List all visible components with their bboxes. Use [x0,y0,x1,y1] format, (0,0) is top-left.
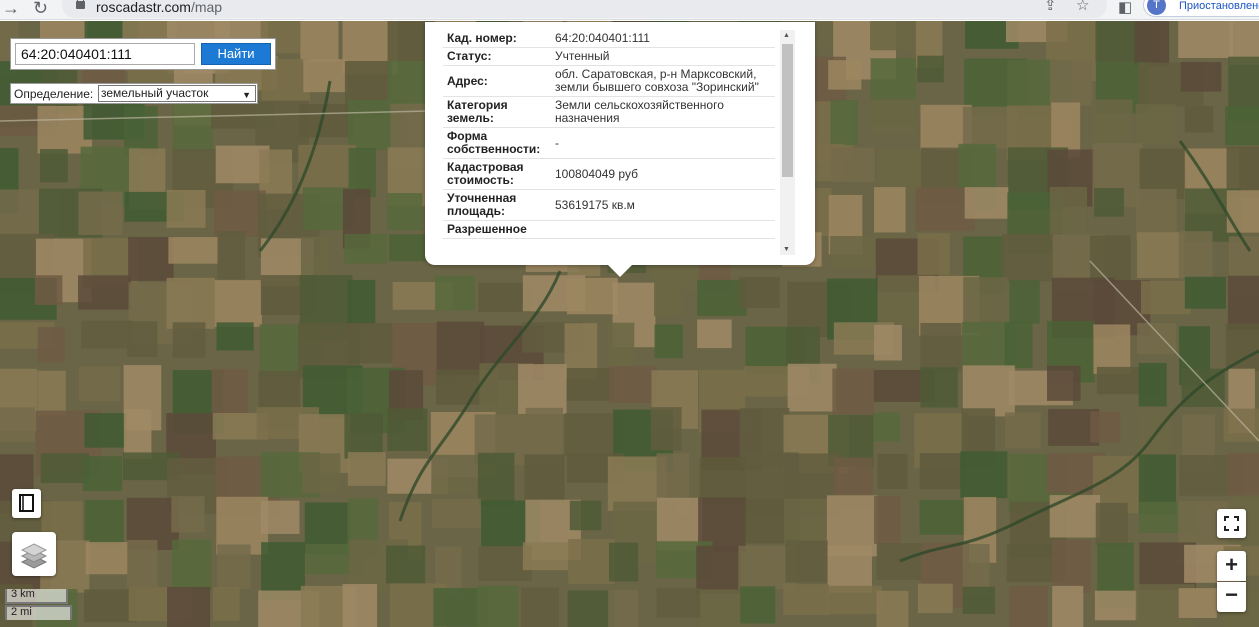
layers-button[interactable] [12,532,56,576]
popup-scrollbar[interactable]: ▲ ▼ [780,30,795,255]
info-value: - [555,127,775,159]
info-value: Учтенный [555,47,775,66]
info-value: 53619175 кв.м [555,189,775,221]
info-row: Разрешенное [443,220,775,239]
url-text: roscadastr.com/map [96,0,223,15]
info-key: Кадастровая стоимость: [443,158,555,190]
info-value: 100804049 руб [555,158,775,190]
zoom-in-button[interactable]: + [1217,551,1246,581]
parcel-info-popup: Кад. номер: 64:20:040401:111 Статус: Учтенн… [425,22,815,265]
address-bar[interactable]: roscadastr.com/map ⇪ ☆ [62,0,1107,18]
layers-icon [20,543,48,569]
info-row: Кадастровая стоимость: 100804049 руб [443,158,775,190]
find-button[interactable]: Найти [201,43,271,65]
profile-button[interactable]: Т Приостановлено [1143,0,1259,17]
info-key: Адрес: [443,65,555,97]
popup-pointer [607,264,633,277]
info-row: Статус: Учтенный [443,47,775,66]
info-row: Адрес: обл. Саратовская, р-н Марксовский,… [443,65,775,97]
lock-icon [76,0,85,9]
scrollbar-thumb[interactable] [782,44,793,177]
info-key: Кад. номер: [443,30,555,48]
fullscreen-icon [1224,516,1239,531]
info-row: Категория земель: Земли сельскохозяйствен… [443,96,775,128]
info-key: Статус: [443,47,555,66]
scroll-up-icon[interactable]: ▲ [783,32,790,39]
info-key: Категория земель: [443,96,555,128]
back-arrow-icon[interactable]: → [2,0,20,18]
info-row: Форма собственности: - [443,127,775,159]
cadastral-search: 64:20:040401:111 Найти [10,38,276,70]
profile-status-label: Приостановлено [1179,0,1259,12]
scale-bar-mi: 2 mi [5,605,72,620]
browser-toolbar: → ↻ roscadastr.com/map ⇪ ☆ ◧ Т Приостано… [0,0,1259,20]
reload-icon[interactable]: ↻ [33,0,48,18]
book-icon [19,494,34,512]
info-key: Форма собственности: [443,127,555,159]
info-row: Кад. номер: 64:20:040401:111 [443,30,775,48]
legend-button[interactable] [12,489,41,518]
info-key: Разрешенное [443,220,555,239]
info-row: Уточненная площадь: 53619175 кв.м [443,189,775,221]
zoom-out-button[interactable]: − [1217,582,1246,612]
info-key: Уточненная площадь: [443,189,555,221]
info-value: обл. Саратовская, р-н Марксовский, земли… [555,65,775,97]
info-value [555,220,775,239]
cadastral-number-input[interactable]: 64:20:040401:111 [15,43,195,65]
star-icon[interactable]: ☆ [1076,0,1089,15]
scale-bar-km: 3 km [5,589,68,604]
dropdown-arrow-icon: ▼ [242,90,251,100]
avatar: Т [1147,0,1166,15]
parcel-info-table: Кад. номер: 64:20:040401:111 Статус: Учтенн… [443,30,775,239]
definition-selector: Определение: земельный участок ▼ [10,83,258,104]
satellite-map[interactable]: 64:20:040401:111 Найти Определение: земе… [0,21,1259,627]
definition-label: Определение: [14,87,94,101]
info-value: Земли сельскохозяйственного назначения [555,96,775,128]
scroll-down-icon[interactable]: ▼ [783,246,790,253]
info-value: 64:20:040401:111 [555,30,775,48]
definition-selected-value: земельный участок [101,86,209,100]
sidepanel-icon[interactable]: ◧ [1118,0,1132,17]
fullscreen-button[interactable] [1217,509,1246,538]
share-icon[interactable]: ⇪ [1044,0,1057,15]
definition-select[interactable]: земельный участок ▼ [98,85,256,102]
